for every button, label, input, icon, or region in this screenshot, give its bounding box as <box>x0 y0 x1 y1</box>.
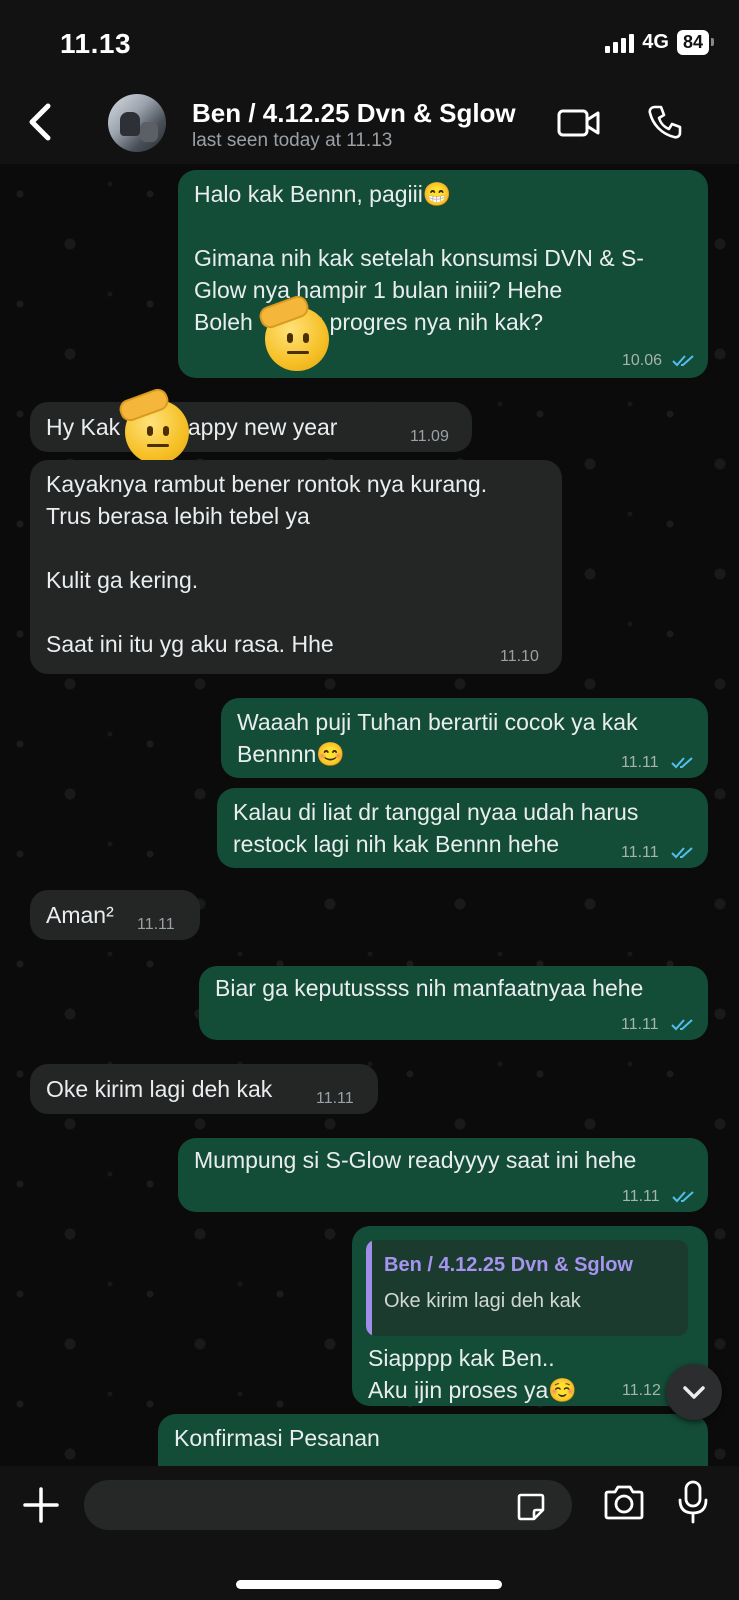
quoted-sender: Ben / 4.12.25 Dvn & Sglow <box>384 1254 633 1276</box>
chat-header: Ben / 4.12.25 Dvn & Sglow last seen toda… <box>0 80 739 164</box>
message-text: Waaah puji Tuhan berartii cocok ya kak B… <box>237 709 638 767</box>
last-seen: last seen today at 11.13 <box>192 130 393 151</box>
saluting-face-emoji <box>116 386 189 464</box>
contact-name[interactable]: Ben / 4.12.25 Dvn & Sglow <box>192 98 516 129</box>
camera-icon[interactable] <box>602 1484 646 1522</box>
read-receipt-icon <box>671 1019 693 1031</box>
message-outgoing[interactable]: Kalau di liat dr tanggal nyaa udah harus… <box>217 788 708 868</box>
plus-icon[interactable] <box>22 1486 60 1524</box>
message-outgoing-reply[interactable]: Ben / 4.12.25 Dvn & Sglow Oke kirim lagi… <box>352 1226 708 1406</box>
message-incoming[interactable]: Hy Kak . Happy new year 11.09 <box>30 402 472 452</box>
message-text: Oke kirim lagi deh kak <box>46 1076 273 1102</box>
message-outgoing[interactable]: Waaah puji Tuhan berartii cocok ya kak B… <box>221 698 708 778</box>
message-time: 11.09 <box>410 428 449 445</box>
quoted-message[interactable]: Ben / 4.12.25 Dvn & Sglow Oke kirim lagi… <box>366 1240 688 1336</box>
message-text: Siapppp kak Ben.. Aku ijin proses ya☺️ <box>368 1345 577 1403</box>
network-type: 4G <box>642 31 669 53</box>
quoted-text: Oke kirim lagi deh kak <box>384 1290 581 1312</box>
read-receipt-icon <box>672 1191 694 1203</box>
scroll-to-bottom-button[interactable] <box>666 1364 722 1420</box>
message-incoming[interactable]: Kayaknya rambut bener rontok nya kurang.… <box>30 460 562 674</box>
status-indicators: 4G 84 <box>605 30 715 55</box>
message-text: Biar ga keputussss nih manfaatnyaa hehe <box>215 975 644 1001</box>
message-text: Aman² <box>46 902 114 928</box>
message-outgoing[interactable]: Halo kak Bennn, pagiii😁 Gimana nih kak s… <box>178 170 708 378</box>
home-indicator <box>236 1580 502 1589</box>
message-time: 11.11 <box>621 754 659 771</box>
message-list[interactable]: Halo kak Bennn, pagiii😁 Gimana nih kak s… <box>0 164 739 1466</box>
chevron-left-icon[interactable] <box>22 102 58 142</box>
microphone-icon[interactable] <box>677 1480 709 1524</box>
sticker-icon[interactable] <box>516 1492 546 1522</box>
message-outgoing[interactable]: Konfirmasi Pesanan <box>158 1414 708 1466</box>
message-text: Hy Kak . Happy new year <box>46 414 338 440</box>
status-bar: 11.13 4G 84 <box>0 0 739 80</box>
message-incoming[interactable]: Aman² 11.11 <box>30 890 200 940</box>
message-time: 11.11 <box>621 1016 659 1033</box>
message-outgoing[interactable]: Mumpung si S-Glow readyyyy saat ini hehe… <box>178 1138 708 1212</box>
message-text: Kayaknya rambut bener rontok nya kurang.… <box>46 471 488 657</box>
message-time: 11.11 <box>137 916 175 933</box>
message-text: Konfirmasi Pesanan <box>174 1425 380 1451</box>
composer-bar <box>0 1466 739 1600</box>
video-call-icon[interactable] <box>557 108 601 138</box>
message-input[interactable] <box>84 1480 572 1530</box>
read-receipt-icon <box>671 757 693 769</box>
chevron-down-icon <box>683 1386 705 1399</box>
message-time: 11.11 <box>621 844 659 861</box>
signal-icon <box>605 33 635 53</box>
saluting-face-emoji <box>256 293 329 371</box>
message-time: 11.12 <box>622 1382 661 1399</box>
message-text: Kalau di liat dr tanggal nyaa udah harus… <box>233 799 639 857</box>
message-time: 10.06 <box>622 352 663 369</box>
read-receipt-icon <box>671 847 693 859</box>
message-time: 11.11 <box>622 1188 660 1205</box>
message-incoming[interactable]: Oke kirim lagi deh kak 11.11 <box>30 1064 378 1114</box>
message-time: 11.11 <box>316 1090 354 1107</box>
message-outgoing[interactable]: Biar ga keputussss nih manfaatnyaa hehe … <box>199 966 708 1040</box>
battery-indicator: 84 <box>676 30 715 55</box>
message-text: Mumpung si S-Glow readyyyy saat ini hehe <box>194 1147 637 1173</box>
phone-icon[interactable] <box>647 104 683 140</box>
avatar[interactable] <box>108 94 166 152</box>
read-receipt-icon <box>672 355 694 367</box>
message-time: 11.10 <box>500 648 539 665</box>
status-time: 11.13 <box>60 28 132 59</box>
